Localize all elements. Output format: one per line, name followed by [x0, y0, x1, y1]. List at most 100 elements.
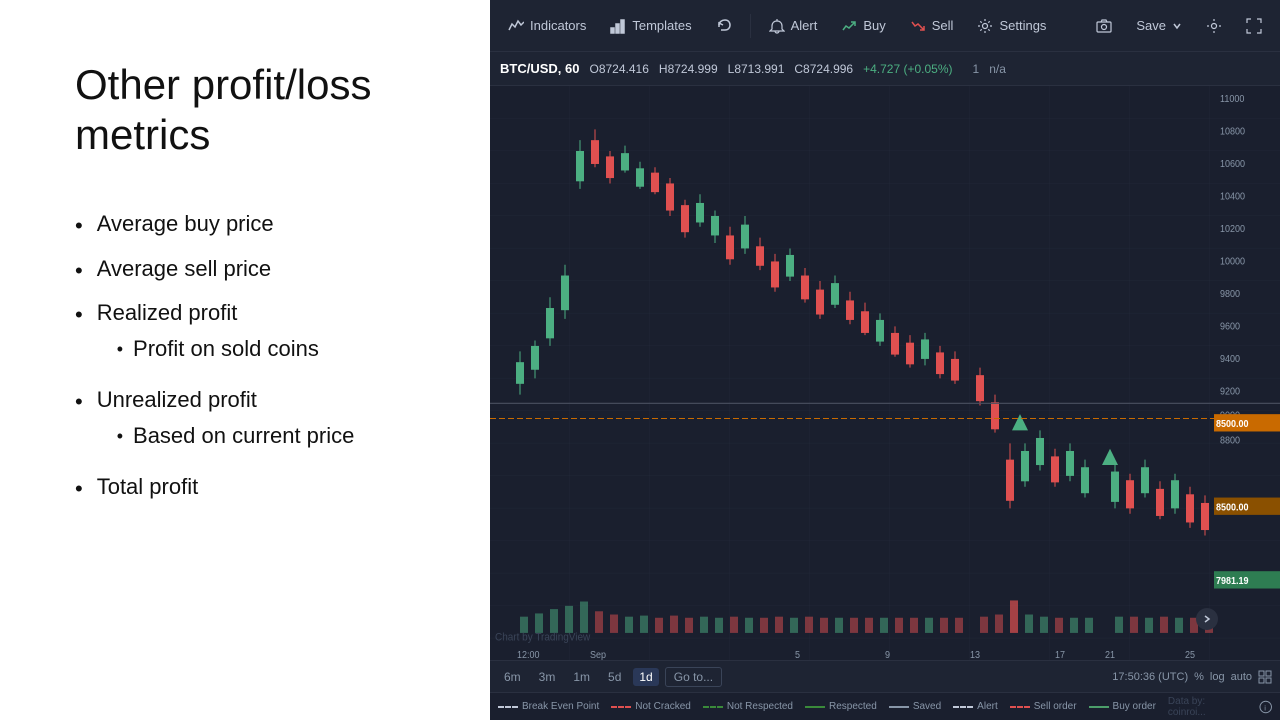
timeframe: 60: [565, 61, 579, 76]
period-6m[interactable]: 6m: [498, 668, 527, 686]
candlestick-chart: 12:00 Sep 5 9 13 17 21 25 Chart by Tradi…: [490, 86, 1280, 660]
period-3m[interactable]: 3m: [533, 668, 562, 686]
svg-text:8800: 8800: [1220, 435, 1240, 445]
price-bar: BTC/USD, 60 O8724.416 H8724.999 L8713.99…: [490, 52, 1280, 86]
svg-text:10600: 10600: [1220, 159, 1245, 169]
right-panel: Indicators Templates Alert: [490, 0, 1280, 720]
period-1m[interactable]: 1m: [567, 668, 596, 686]
gear-icon: [1206, 18, 1222, 34]
left-panel: Other profit/lossmetrics • Average buy p…: [0, 0, 490, 720]
expand-button[interactable]: [1196, 608, 1218, 630]
svg-text:9200: 9200: [1220, 386, 1240, 396]
profit-sold-coins-label: Profit on sold coins: [133, 336, 319, 362]
global-settings-button[interactable]: [1196, 12, 1232, 40]
bullet-dot: •: [75, 211, 83, 242]
price-change: +4.727 (+0.05%): [863, 62, 952, 76]
auto-button[interactable]: auto: [1231, 671, 1252, 683]
legend-saved: Saved: [889, 701, 941, 712]
list-item-avg-buy: • Average buy price: [75, 211, 440, 242]
svg-text:17: 17: [1055, 650, 1065, 660]
not-respected-label: Not Respected: [727, 701, 793, 712]
alert-label: Alert: [791, 18, 818, 33]
templates-icon: [610, 18, 626, 34]
toolbar-separator: [750, 14, 751, 38]
avg-sell-price-label: Average sell price: [97, 256, 271, 282]
list-item-total: • Total profit: [75, 474, 440, 505]
legend-break-even: Break Even Point: [498, 701, 599, 712]
svg-text:25: 25: [1185, 650, 1195, 660]
break-even-line-icon: [498, 706, 518, 708]
main-title: Other profit/lossmetrics: [75, 60, 440, 161]
sub-item-sold-coins: • Profit on sold coins: [117, 336, 319, 363]
na-label: n/a: [989, 62, 1006, 76]
alert-button[interactable]: Alert: [759, 12, 828, 40]
save-button[interactable]: Save: [1126, 12, 1192, 39]
svg-text:12:00: 12:00: [517, 650, 540, 660]
save-label: Save: [1136, 18, 1166, 33]
sub-list-realized: • Profit on sold coins: [117, 336, 319, 363]
svg-text:9800: 9800: [1220, 289, 1240, 299]
bullet-dot: •: [75, 474, 83, 505]
undo-button[interactable]: [706, 12, 742, 40]
legend-buy-order: Buy order: [1089, 701, 1156, 712]
goto-button[interactable]: Go to...: [665, 667, 722, 687]
not-cracked-label: Not Cracked: [635, 701, 691, 712]
svg-text:5: 5: [795, 650, 800, 660]
info-icon[interactable]: i: [1259, 700, 1272, 714]
period-5d[interactable]: 5d: [602, 668, 627, 686]
total-profit-label: Total profit: [97, 474, 199, 500]
bullet-dot: •: [75, 387, 83, 418]
not-respected-line-icon: [703, 706, 723, 708]
interval: 1: [973, 62, 980, 76]
alert-label: Alert: [977, 701, 998, 712]
alert-icon: [769, 18, 785, 34]
sell-button[interactable]: Sell: [900, 12, 964, 40]
saved-label: Saved: [913, 701, 941, 712]
layout-settings-icon[interactable]: [1258, 670, 1272, 684]
symbol-text: BTC/USD: [500, 61, 558, 76]
settings-button[interactable]: Settings: [967, 12, 1056, 40]
svg-text:Sep: Sep: [590, 650, 606, 660]
svg-text:8500.00: 8500.00: [1216, 502, 1249, 512]
svg-text:10200: 10200: [1220, 224, 1245, 234]
chart-area: 12:00 Sep 5 9 13 17 21 25 Chart by Tradi…: [490, 86, 1280, 660]
list-item-unrealized: • Unrealized profit • Based on current p…: [75, 387, 440, 460]
saved-line-icon: [889, 706, 909, 708]
pct-button[interactable]: %: [1194, 671, 1204, 683]
buy-order-label: Buy order: [1113, 701, 1156, 712]
period-1d[interactable]: 1d: [633, 668, 658, 686]
chevron-right-icon: [1202, 614, 1212, 624]
sub-list-unrealized: • Based on current price: [117, 423, 355, 450]
buy-button[interactable]: Buy: [831, 12, 895, 40]
low-price: L8713.991: [728, 62, 785, 76]
legend-sell-order: Sell order: [1010, 701, 1077, 712]
chevron-down-icon: [1172, 21, 1182, 31]
settings-icon: [977, 18, 993, 34]
chart-time: 17:50:36 (UTC): [1112, 671, 1188, 683]
not-cracked-line-icon: [611, 706, 631, 708]
svg-text:9400: 9400: [1220, 354, 1240, 364]
buy-icon: [841, 18, 857, 34]
buy-label: Buy: [863, 18, 885, 33]
sub-bullet-dot: •: [117, 423, 123, 450]
fullscreen-icon: [1246, 18, 1262, 34]
based-on-current-price-label: Based on current price: [133, 423, 354, 449]
bottom-bar: 6m 3m 1m 5d 1d Go to... 17:50:36 (UTC) %…: [490, 660, 1280, 692]
templates-button[interactable]: Templates: [600, 12, 701, 40]
legend-not-cracked: Not Cracked: [611, 701, 691, 712]
log-button[interactable]: log: [1210, 671, 1225, 683]
fullscreen-button[interactable]: [1236, 12, 1272, 40]
data-provider: Data by: coinroi...: [1168, 696, 1243, 718]
sub-bullet-dot: •: [117, 336, 123, 363]
symbol: BTC/USD, 60: [500, 61, 579, 76]
legend-not-respected: Not Respected: [703, 701, 793, 712]
svg-text:Chart by TradingView: Chart by TradingView: [495, 632, 591, 643]
realized-profit-label: Realized profit: [97, 300, 238, 325]
avg-buy-price-label: Average buy price: [97, 211, 274, 237]
svg-text:9600: 9600: [1220, 321, 1240, 331]
sell-order-line-icon: [1010, 706, 1030, 708]
unrealized-profit-label: Unrealized profit: [97, 387, 257, 412]
templates-label: Templates: [632, 18, 691, 33]
screenshot-button[interactable]: [1086, 12, 1122, 40]
indicators-button[interactable]: Indicators: [498, 12, 596, 40]
